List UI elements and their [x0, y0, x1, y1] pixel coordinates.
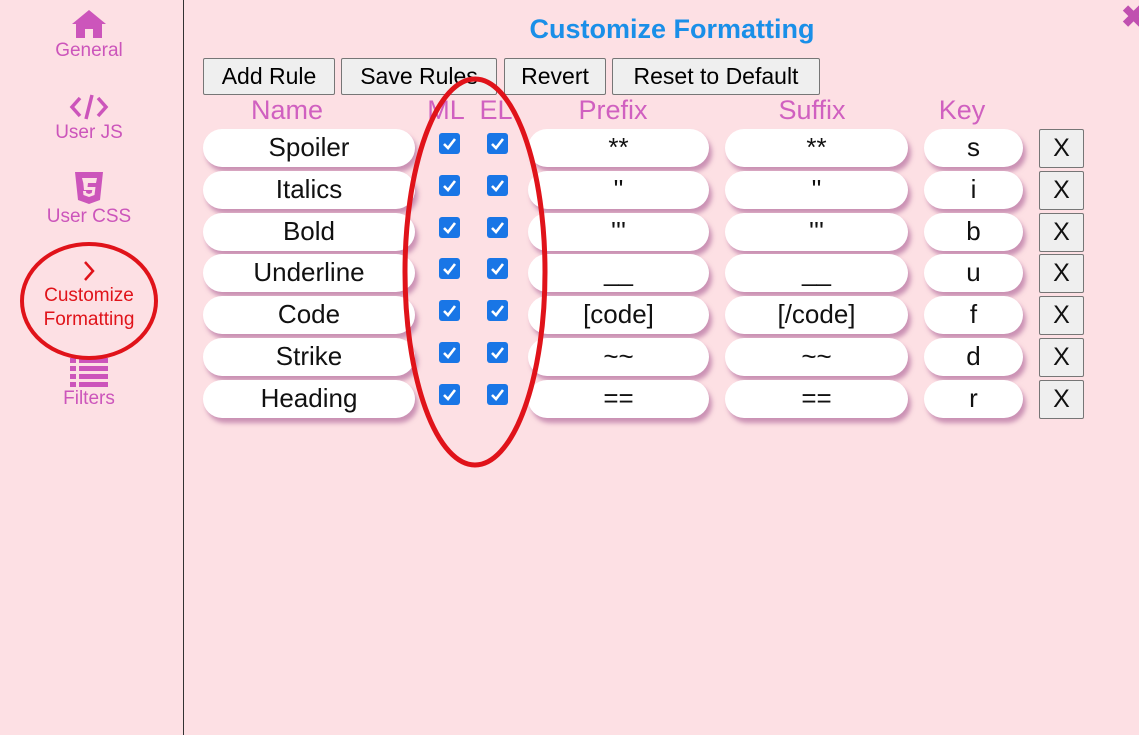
key-input[interactable]: i [924, 170, 1023, 209]
delete-rule-button[interactable]: X [1039, 212, 1084, 252]
suffix-input[interactable]: ~~ [725, 338, 908, 376]
delete-rule-button[interactable]: X [1039, 296, 1084, 336]
delete-rule-button[interactable]: X [1039, 254, 1084, 294]
reset-to-default-button[interactable]: Reset to Default [612, 58, 820, 95]
column-header-prefix: Prefix [578, 95, 648, 125]
suffix-input[interactable]: __ [725, 254, 908, 293]
column-header-name: Name [250, 95, 324, 125]
suffix-input[interactable]: '' [725, 170, 908, 209]
prefix-input[interactable]: [code] [528, 296, 709, 335]
delete-rule-button[interactable]: X [1039, 129, 1084, 168]
el-checkbox[interactable] [487, 174, 508, 196]
rule-name-input[interactable]: Heading [203, 379, 415, 418]
key-input[interactable]: s [924, 129, 1023, 167]
ml-checkbox[interactable] [439, 216, 460, 238]
suffix-input[interactable]: [/code] [725, 296, 908, 335]
el-checkbox[interactable] [487, 383, 508, 405]
column-header-el: EL [479, 95, 513, 125]
add-rule-button[interactable]: Add Rule [203, 58, 335, 95]
key-input[interactable]: d [924, 338, 1023, 376]
column-header-ml: ML [427, 95, 465, 125]
prefix-input[interactable]: __ [528, 254, 709, 293]
delete-rule-button[interactable]: X [1039, 170, 1084, 210]
el-checkbox[interactable] [487, 300, 508, 322]
table-row: Code [code] [/code] f X [0, 294, 1139, 336]
prefix-input[interactable]: ~~ [528, 338, 709, 376]
rule-name-input[interactable]: Code [203, 296, 415, 335]
rule-name-input[interactable]: Bold [203, 212, 415, 251]
prefix-input[interactable]: '' [528, 170, 709, 209]
page-title: Customize Formatting [529, 14, 815, 44]
table-row: Bold ''' ''' b X [0, 211, 1139, 253]
ml-checkbox[interactable] [439, 342, 460, 363]
el-checkbox[interactable] [487, 258, 508, 280]
suffix-input[interactable]: ** [725, 129, 908, 167]
prefix-input[interactable]: ** [528, 129, 709, 167]
prefix-input[interactable]: ''' [528, 212, 709, 251]
sidebar-item-general[interactable]: General [0, 8, 178, 62]
el-checkbox[interactable] [487, 133, 508, 154]
ml-checkbox[interactable] [439, 383, 460, 405]
rule-name-input[interactable]: Strike [203, 338, 415, 376]
table-row: Italics '' '' i X [0, 169, 1139, 211]
ml-checkbox[interactable] [439, 258, 460, 280]
sidebar-item-label: General [55, 40, 123, 61]
code-icon [69, 94, 109, 120]
el-checkbox[interactable] [487, 216, 508, 238]
revert-button[interactable]: Revert [504, 58, 606, 95]
table-row: Underline __ __ u X [0, 252, 1139, 294]
home-icon [72, 10, 106, 38]
close-icon[interactable]: ✖ [1121, 3, 1139, 33]
key-input[interactable]: f [924, 296, 1023, 335]
suffix-input[interactable]: == [725, 379, 908, 418]
rule-name-input[interactable]: Italics [203, 170, 415, 209]
table-row: Heading == == r X [0, 378, 1139, 420]
column-header-suffix: Suffix [778, 95, 846, 125]
table-row: Strike ~~ ~~ d X [0, 336, 1139, 378]
ml-checkbox[interactable] [439, 300, 460, 322]
delete-rule-button[interactable]: X [1039, 379, 1084, 419]
suffix-input[interactable]: ''' [725, 212, 908, 251]
table-row: Spoiler ** ** s X [0, 127, 1139, 169]
ml-checkbox[interactable] [439, 174, 460, 196]
rule-name-input[interactable]: Spoiler [203, 129, 415, 167]
rule-name-input[interactable]: Underline [203, 254, 415, 293]
key-input[interactable]: u [924, 254, 1023, 293]
ml-checkbox[interactable] [439, 133, 460, 154]
delete-rule-button[interactable]: X [1039, 338, 1084, 377]
el-checkbox[interactable] [487, 342, 508, 363]
column-header-key: Key [938, 95, 986, 125]
key-input[interactable]: b [924, 212, 1023, 251]
save-rules-button[interactable]: Save Rules [341, 58, 497, 95]
prefix-input[interactable]: == [528, 379, 709, 418]
key-input[interactable]: r [924, 379, 1023, 418]
